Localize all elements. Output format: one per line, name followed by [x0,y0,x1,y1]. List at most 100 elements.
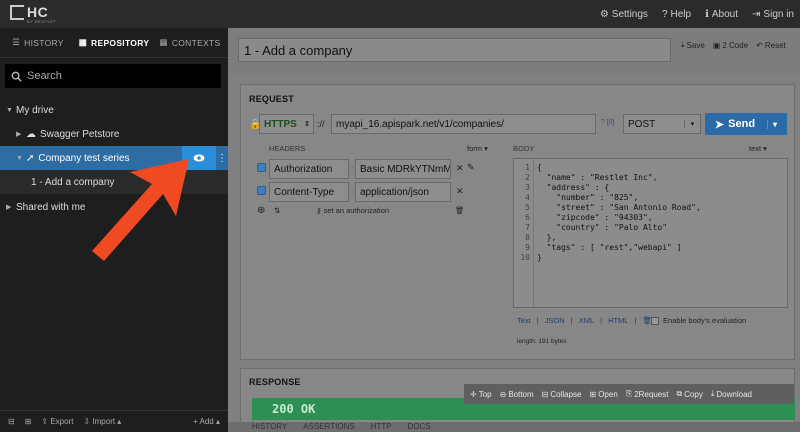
body-format-value: text [749,144,762,153]
format-json-link[interactable]: JSON [545,316,565,325]
more-options-icon[interactable]: ⋮ [216,146,228,170]
tree-item-add-a-company[interactable]: 1 - Add a company [0,170,228,194]
set-auth-label: set an authorization [323,206,390,215]
tree-item-my-drive[interactable]: ▼ My drive [0,98,228,122]
caret-right-icon: ▶ [6,204,12,211]
import-button[interactable]: ⇩ Import ▴ [83,417,121,426]
top-button[interactable]: ✛ Top [470,390,492,399]
expand-all-icon[interactable]: ⊞ [25,417,32,426]
tree-item-label: Company test series [38,152,130,164]
send-button[interactable]: ➤ Send ▾ [705,113,787,135]
reset-button[interactable]: ↶ Reset [756,40,786,50]
remove-header-icon[interactable]: ✕ [456,163,464,174]
url-params-link[interactable]: ? [0] [601,119,615,126]
pencil-icon[interactable]: ✎ [467,162,475,173]
line-number: 1 [525,163,530,172]
open-label: Open [598,389,618,399]
tree-item-swagger-petstore[interactable]: ▶ ☁ Swagger Petstore [0,122,228,146]
body-eval-checkbox[interactable] [651,317,659,325]
export-button[interactable]: ⇪ Export [41,417,73,426]
about-label: About [711,8,739,20]
body-format-select[interactable]: text ▾ [749,144,767,153]
collapse-all-icon[interactable]: ⊟ [8,417,15,426]
about-link[interactable]: ℹ About [705,9,738,20]
search-placeholder: Search [27,70,62,82]
headers-label: HEADERS [269,144,306,153]
copy-button[interactable]: ⧉ Copy [676,389,702,399]
tab-contexts-label: CONTEXTS [171,37,221,48]
tab-http[interactable]: HTTP [371,422,392,432]
header-enabled-checkbox[interactable] [257,163,266,172]
add-header-icon[interactable]: ⊕ [257,205,265,216]
export-icon: ⇪ [41,417,51,426]
tree-item-label: My drive [16,104,54,116]
response-toolbar: ✛ Top ⊖ Bottom ⊟ Collapse ⊞ Open ⎘ 2Request ⧉… [464,384,794,404]
help-link[interactable]: ? Help [662,9,691,20]
preview-button[interactable] [182,146,216,170]
tab-history[interactable]: ☰ HISTORY [0,28,76,57]
to-request-button[interactable]: ⎘ 2Request [626,389,669,399]
sidebar-footer: ⊟ ⊞ ⇪ Export ⇩ Import ▴ + Add ▴ [0,410,228,432]
search-input[interactable]: Search [5,64,221,88]
tab-repository-label: REPOSITORY [91,37,150,48]
remove-header-icon[interactable]: ✕ [456,186,464,197]
save-button[interactable]: ⤓ Save [681,40,705,50]
format-xml-link[interactable]: XML [579,316,594,325]
sort-icon[interactable]: ⇅ [274,206,280,215]
response-label: RESPONSE [249,377,301,387]
to-request-icon: ⎘ [625,389,633,398]
chevron-down-icon: ▾ [684,120,700,128]
request-card: REQUEST 🔒 HTTPS ⇕ :// myapi_16.apispark.n… [240,84,795,360]
header-name-input[interactable]: Authorization [269,159,349,179]
header-enabled-checkbox[interactable] [257,186,266,195]
repository-icon: ▦ [78,37,88,47]
tab-repository[interactable]: ▦ REPOSITORY [76,28,152,57]
send-label: Send [728,118,756,130]
download-button[interactable]: ⤓ Download [711,389,752,399]
search-icon [11,71,22,82]
open-button[interactable]: ⊞ Open [590,390,618,399]
main-panel: 1 - Add a company ⤓ Save ▣ 2 Code ↶ Reset R… [228,28,800,432]
collapse-icon: ⊟ [541,389,549,399]
trash-icon[interactable]: 🗑 [455,206,465,215]
scheme-select[interactable]: HTTPS ⇕ [259,114,314,134]
tab-contexts[interactable]: ▦ CONTEXTS [152,28,228,57]
line-number: 10 [520,253,530,262]
download-label: Download [716,389,752,399]
tree-item-company-test-series[interactable]: ▼ ➚ Company test series ⋮ [0,146,228,170]
logo-mark [10,5,24,20]
caret-down-icon: ▼ [16,154,23,162]
collapse-label: Collapse [550,389,582,399]
header-name-input[interactable]: Content-Type [269,182,349,202]
signin-link[interactable]: ⇥ Sign in [752,9,794,20]
tree-item-shared-with-me[interactable]: ▶ Shared with me [0,195,228,219]
updown-icon: ⇕ [304,121,310,128]
body-label: BODY [513,144,535,153]
sidebar: ☰HISTORY ▦REPOSITORY ▦CONTEXTS ‹ Search … [0,28,228,432]
header-value-input[interactable]: application/json [355,182,451,202]
url-input[interactable]: myapi_16.apispark.net/v1/companies/ [331,114,596,134]
response-tabs: HISTORY ASSERTIONS HTTP DOCS [228,422,800,432]
format-text-link[interactable]: Text [517,316,531,325]
settings-link[interactable]: ⚙ Settings [600,9,648,20]
tree-item-label: Shared with me [16,201,86,213]
line-number: 5 [525,203,530,212]
request-name-input[interactable]: 1 - Add a company [238,38,671,62]
tab-assertions[interactable]: ASSERTIONS [303,422,354,432]
code-button[interactable]: ▣ 2 Code [713,40,748,50]
body-editor[interactable]: 1 {2 "name" : "Restlet Inc", 3 "address" :… [513,158,788,308]
app-logo[interactable]: HC BY RESTLET [10,4,70,25]
tab-docs[interactable]: DOCS [408,422,431,432]
bottom-button[interactable]: ⊖ Bottom [500,390,534,399]
headers-form-toggle[interactable]: form ▾ [467,144,488,153]
format-html-link[interactable]: HTML [608,316,628,325]
add-button[interactable]: + Add ▴ [193,417,220,426]
settings-label: Settings [611,8,648,20]
set-authorization-link[interactable]: ⚷ set an authorization [316,206,389,215]
send-options-icon[interactable]: ▾ [767,119,777,129]
tab-history[interactable]: HISTORY [252,422,287,432]
collapse-button[interactable]: ⊟ Collapse [542,390,582,399]
save-label: Save [686,40,705,50]
method-select[interactable]: POST ▾ [623,114,701,134]
header-value-input[interactable]: Basic MDRkYTNmMDA [355,159,451,179]
